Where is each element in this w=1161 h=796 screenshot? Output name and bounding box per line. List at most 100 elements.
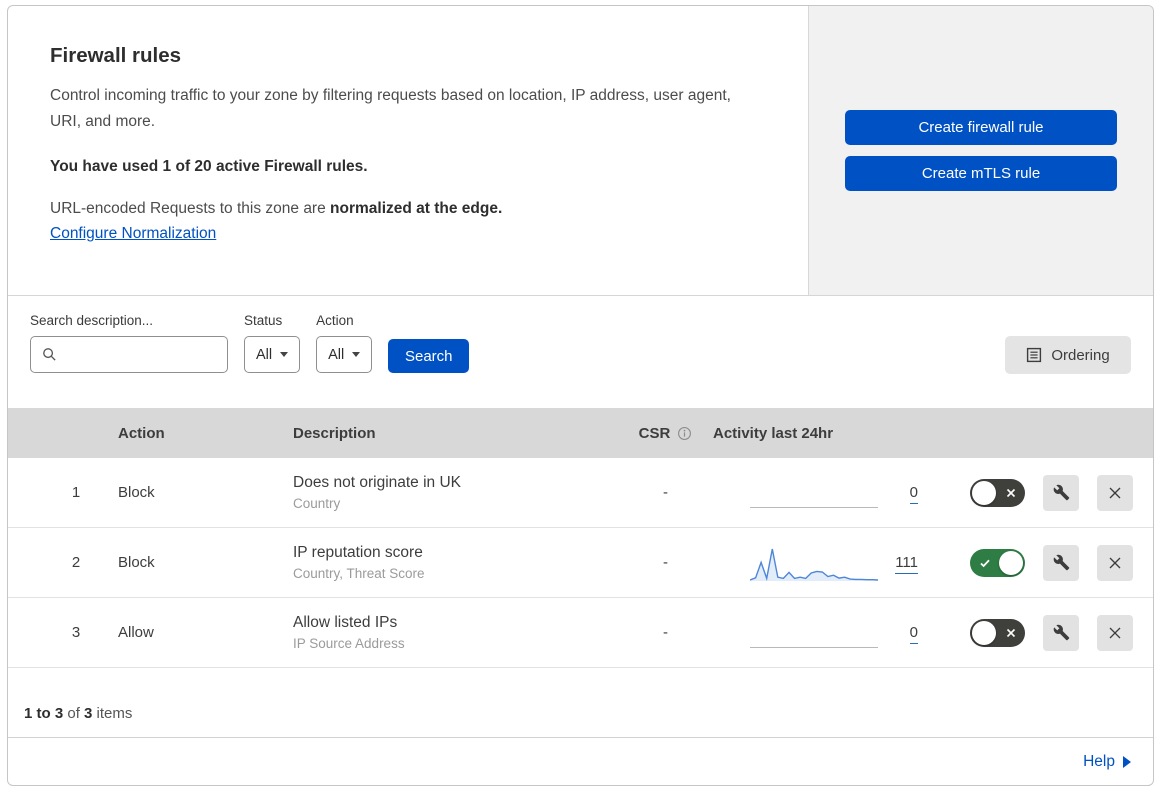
search-input[interactable]	[65, 346, 219, 363]
delete-rule-button[interactable]	[1097, 614, 1133, 651]
ordering-icon	[1027, 347, 1042, 363]
rule-activity-cell: 0	[698, 618, 933, 648]
toggle-knob	[972, 480, 996, 505]
action-dropdown-value: All	[328, 346, 345, 363]
pagination-items: items	[92, 705, 133, 722]
column-activity: Activity last 24hr	[713, 424, 834, 442]
normalization-note: URL-encoded Requests to this zone are no…	[50, 200, 768, 218]
rule-csr-value: -	[663, 624, 668, 641]
delete-rule-button[interactable]	[1097, 474, 1133, 511]
rule-controls	[933, 614, 1153, 651]
search-label: Search description...	[30, 313, 154, 328]
status-dropdown[interactable]: All	[244, 336, 301, 373]
status-label: Status	[244, 313, 283, 328]
action-filter-group: Action All	[316, 313, 373, 373]
x-icon	[1109, 487, 1121, 498]
toggle-knob	[999, 550, 1023, 575]
enable-toggle[interactable]	[970, 618, 1025, 647]
sparkline-chart	[750, 548, 878, 581]
rule-priority: 3	[71, 624, 81, 641]
activity-count-link[interactable]: 111	[895, 554, 918, 574]
normalization-bold-text: normalized at the edge.	[330, 200, 503, 218]
table-row: 1 Block Does not originate in UK Country…	[8, 458, 1153, 528]
edit-rule-button[interactable]	[1043, 474, 1079, 511]
x-icon	[1006, 628, 1016, 637]
create-firewall-rule-button[interactable]: Create firewall rule	[845, 110, 1117, 145]
action-dropdown[interactable]: All	[316, 336, 373, 373]
ordering-button-label: Ordering	[1051, 346, 1110, 364]
rule-action: Allow	[118, 624, 154, 641]
play-arrow-icon	[1123, 755, 1131, 768]
table-row: 2 Block IP reputation score Country, Thr…	[8, 528, 1153, 598]
rule-controls	[933, 544, 1153, 581]
rule-fields: IP Source Address	[293, 636, 405, 651]
rule-description-cell: Does not originate in UK Country	[283, 474, 603, 511]
page-title: Firewall rules	[50, 44, 182, 67]
info-icon[interactable]	[677, 426, 692, 441]
filter-bar: Search description... Status All Action …	[8, 296, 1153, 408]
rule-description: Does not originate in UK	[293, 474, 462, 491]
x-icon	[1109, 627, 1121, 638]
x-icon	[1006, 488, 1016, 497]
pagination-of: of	[63, 705, 85, 722]
activity-sparkline	[750, 542, 878, 584]
rule-csr-value: -	[663, 484, 668, 501]
wrench-icon	[1053, 624, 1069, 641]
rule-activity-cell: 0	[698, 478, 933, 508]
rule-description: Allow listed IPs	[293, 614, 398, 631]
action-label: Action	[316, 313, 354, 328]
rule-priority: 1	[71, 484, 81, 501]
rule-activity-cell: 111	[698, 542, 933, 584]
header-text-panel: Firewall rules Control incoming traffic …	[8, 6, 808, 295]
column-description: Description	[293, 424, 376, 442]
activity-count-link[interactable]: 0	[909, 624, 918, 644]
x-icon	[1109, 557, 1121, 568]
column-csr: CSR	[603, 425, 698, 442]
rule-description-cell: IP reputation score Country, Threat Scor…	[283, 544, 603, 581]
usage-summary: You have used 1 of 20 active Firewall ru…	[50, 158, 368, 176]
rule-csr-value: -	[663, 554, 668, 571]
header-section: Firewall rules Control incoming traffic …	[8, 6, 1153, 296]
create-mtls-rule-button[interactable]: Create mTLS rule	[845, 156, 1117, 191]
search-button-group: Search	[388, 313, 470, 373]
rule-action: Block	[118, 554, 155, 571]
firewall-rules-card: Firewall rules Control incoming traffic …	[7, 5, 1154, 786]
activity-count-link[interactable]: 0	[909, 484, 918, 504]
activity-sparkline	[750, 478, 878, 508]
edit-rule-button[interactable]	[1043, 614, 1079, 651]
pagination-range: 1 to 3	[24, 705, 64, 722]
rule-description: IP reputation score	[293, 544, 423, 561]
rule-action: Block	[118, 484, 155, 501]
help-bar: Help	[8, 738, 1153, 785]
wrench-icon	[1053, 484, 1069, 501]
status-dropdown-value: All	[256, 346, 273, 363]
rule-controls	[933, 474, 1153, 511]
rule-description-cell: Allow listed IPs IP Source Address	[283, 614, 603, 651]
page-description: Control incoming traffic to your zone by…	[50, 87, 731, 131]
search-icon	[43, 348, 56, 361]
rule-priority: 2	[71, 554, 81, 571]
edit-rule-button[interactable]	[1043, 544, 1079, 581]
search-button[interactable]: Search	[388, 339, 470, 373]
pagination-summary: 1 to 3 of 3 items	[8, 668, 1153, 738]
ordering-button[interactable]: Ordering	[1005, 336, 1131, 374]
delete-rule-button[interactable]	[1097, 544, 1133, 581]
wrench-icon	[1053, 554, 1069, 571]
rule-fields: Country	[293, 496, 341, 511]
enable-toggle[interactable]	[970, 478, 1025, 507]
table-header: Action Description CSR Activity last 24h…	[8, 408, 1153, 458]
configure-normalization-link[interactable]: Configure Normalization	[50, 225, 216, 243]
ordering-button-group: Ordering	[1005, 313, 1131, 374]
activity-sparkline	[750, 618, 878, 648]
actions-panel: Create firewall rule Create mTLS rule	[808, 6, 1153, 295]
column-csr-label: CSR	[638, 424, 671, 442]
check-icon	[980, 559, 990, 567]
help-label: Help	[1083, 752, 1115, 770]
chevron-down-icon	[280, 352, 289, 357]
enable-toggle[interactable]	[970, 548, 1025, 577]
toggle-knob	[972, 620, 996, 645]
help-link[interactable]: Help	[1083, 753, 1131, 771]
normalization-text: URL-encoded Requests to this zone are	[50, 200, 331, 218]
search-box[interactable]	[30, 336, 228, 373]
search-filter-group: Search description...	[30, 313, 228, 373]
